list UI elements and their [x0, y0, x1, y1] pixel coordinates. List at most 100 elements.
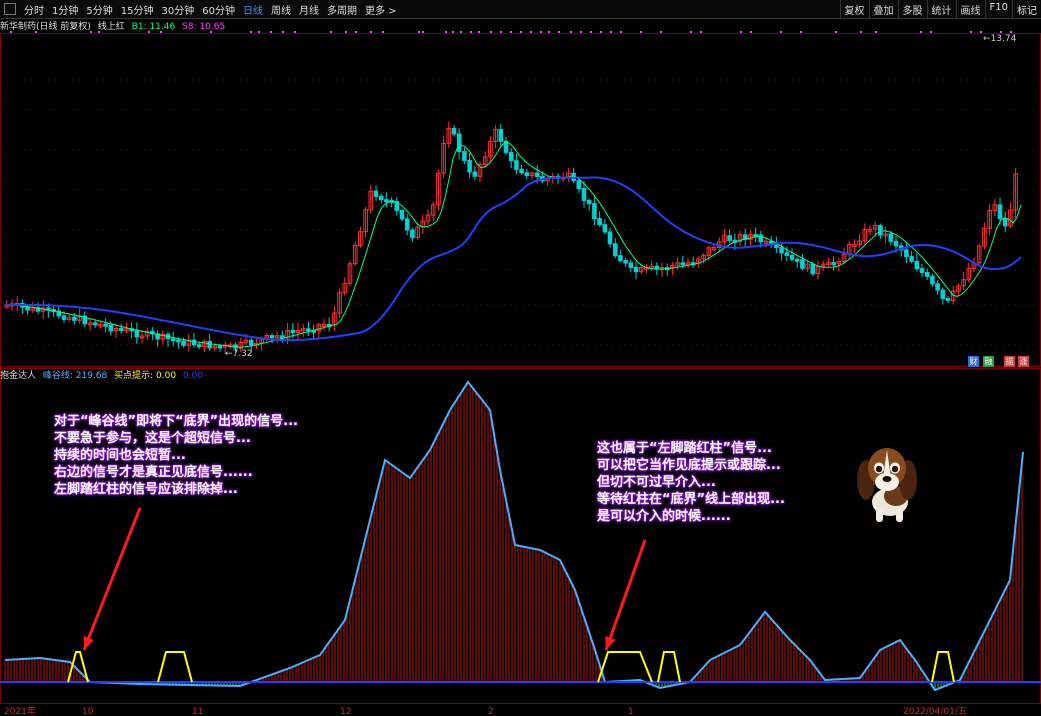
signal-dot [620, 31, 622, 33]
signal-dot [548, 31, 550, 33]
candle-body [623, 260, 628, 264]
annotation-line: 对于“峰谷线”即将下“底界”出现的信号... [54, 414, 298, 429]
candle-body [945, 297, 951, 301]
desc-mark[interactable]: 描 [1004, 356, 1015, 367]
candle-body [176, 339, 181, 343]
candle-body [618, 255, 623, 262]
signal-dot [780, 31, 782, 33]
signal-dot [660, 31, 662, 33]
candle-body [290, 329, 296, 333]
high-price-label: ←13.74 [983, 34, 1017, 44]
date-label: 12 [340, 707, 351, 716]
limit-mark[interactable]: 涨 [1018, 356, 1029, 367]
candle-body [118, 328, 124, 332]
candle-body [134, 329, 140, 338]
candle-body [831, 262, 836, 266]
signal-dot [700, 31, 702, 33]
kline-chart-canvas[interactable]: ←13.74←7.322021年 10 11 12 12 2022/04/01/五 [0, 0, 1041, 716]
candle-body [524, 172, 530, 177]
stock-title: 新华制药(日线 前复权) [0, 22, 91, 32]
signal-dot [640, 31, 642, 33]
candle-body [269, 335, 275, 339]
s8-value: S8: 10.65 [182, 22, 226, 32]
candle-body [919, 268, 925, 274]
candle-body [779, 246, 784, 254]
signal-dot [920, 31, 922, 33]
candle-body [680, 262, 686, 266]
date-label: 11 [192, 707, 203, 716]
candle-body [997, 204, 1003, 219]
signal-dot [835, 31, 837, 33]
candle-body [602, 224, 608, 233]
candle-body [451, 127, 457, 135]
candle-body [592, 203, 597, 220]
pointer-arrowhead [605, 636, 616, 650]
candle-body [597, 218, 602, 226]
sub-chart-info: 抱金达人 峰谷线: 219.68 买点提示: 0.00 0.00 [0, 368, 207, 382]
main-chart-info: 新华制药(日线 前复权) 线上红 B1: 11.46 S8: 10.65 [0, 19, 229, 33]
signal-dot [470, 31, 472, 33]
date-label: 2 [488, 707, 494, 716]
candle-body [878, 225, 883, 236]
buy-hint-signal [157, 651, 193, 683]
signal-dot [520, 31, 522, 33]
candle-body [633, 266, 639, 273]
candle-body [924, 272, 930, 277]
signal-dot [740, 31, 742, 33]
ma-fast-line [5, 141, 1022, 348]
annotation-line: 右边的信号才是真正见底信号...... [54, 465, 253, 480]
candle-body [893, 240, 899, 247]
signal-dot [580, 31, 582, 33]
annotation-line: 持续的时间也会短暂... [54, 448, 186, 463]
signal-dot [452, 31, 454, 33]
sub-indicator-name[interactable]: 抱金达人 [0, 371, 36, 381]
candle-body [191, 339, 197, 346]
candle-body [373, 190, 379, 197]
date-label: 10 [82, 707, 94, 716]
b1-value: B1: 11.46 [131, 22, 176, 32]
signal-dot [690, 31, 692, 33]
candle-body [909, 256, 914, 262]
low-price-label: ←7.32 [225, 349, 253, 359]
finance-mark[interactable]: 财 [968, 356, 979, 367]
annotation-line: 是可以介入的时候...... [597, 509, 731, 524]
signal-dot [270, 31, 272, 33]
signal-dot [500, 31, 502, 33]
date-label: 1 [628, 707, 634, 716]
annotation-left: 对于“峰谷线”即将下“底界”出现的信号... 不要急于参与，这是个超短信号...… [54, 413, 298, 498]
pointer-arrowhead [83, 636, 94, 650]
signal-dot [445, 31, 447, 33]
candle-body [607, 231, 613, 245]
signal-dot [490, 31, 492, 33]
signal-dot [294, 31, 296, 33]
signal-dot [250, 31, 252, 33]
candle-body [774, 244, 779, 248]
signal-dot [570, 31, 572, 33]
candle-body [207, 340, 212, 349]
signal-dot [860, 31, 862, 33]
candle-body [404, 218, 410, 231]
signal-dot [370, 31, 372, 33]
candle-body [472, 171, 478, 177]
candle-body [727, 235, 732, 241]
candle-body [399, 210, 405, 220]
annotation-line: 等待红柱在“底界”线上部出现... [597, 492, 785, 507]
candle-body [794, 258, 800, 262]
signal-dot [530, 31, 532, 33]
annotation-line: 左脚踏红柱的信号应该排除掉... [54, 482, 238, 497]
candle-body [170, 338, 176, 342]
indicator-name[interactable]: 线上红 [98, 22, 125, 32]
candle-body [581, 188, 587, 201]
buy-hint-signal [657, 651, 681, 683]
signal-dot [750, 31, 752, 33]
date-label: 2022/04/01/五 [903, 707, 967, 716]
candle-body [789, 254, 795, 260]
candle-body [612, 243, 618, 257]
candle-body [935, 283, 940, 291]
margin-mark[interactable]: 融 [983, 356, 994, 367]
signal-dot [558, 31, 560, 33]
signal-dot [282, 31, 284, 33]
candle-body [519, 168, 524, 174]
signal-dot [540, 31, 542, 33]
candle-body [784, 252, 790, 256]
